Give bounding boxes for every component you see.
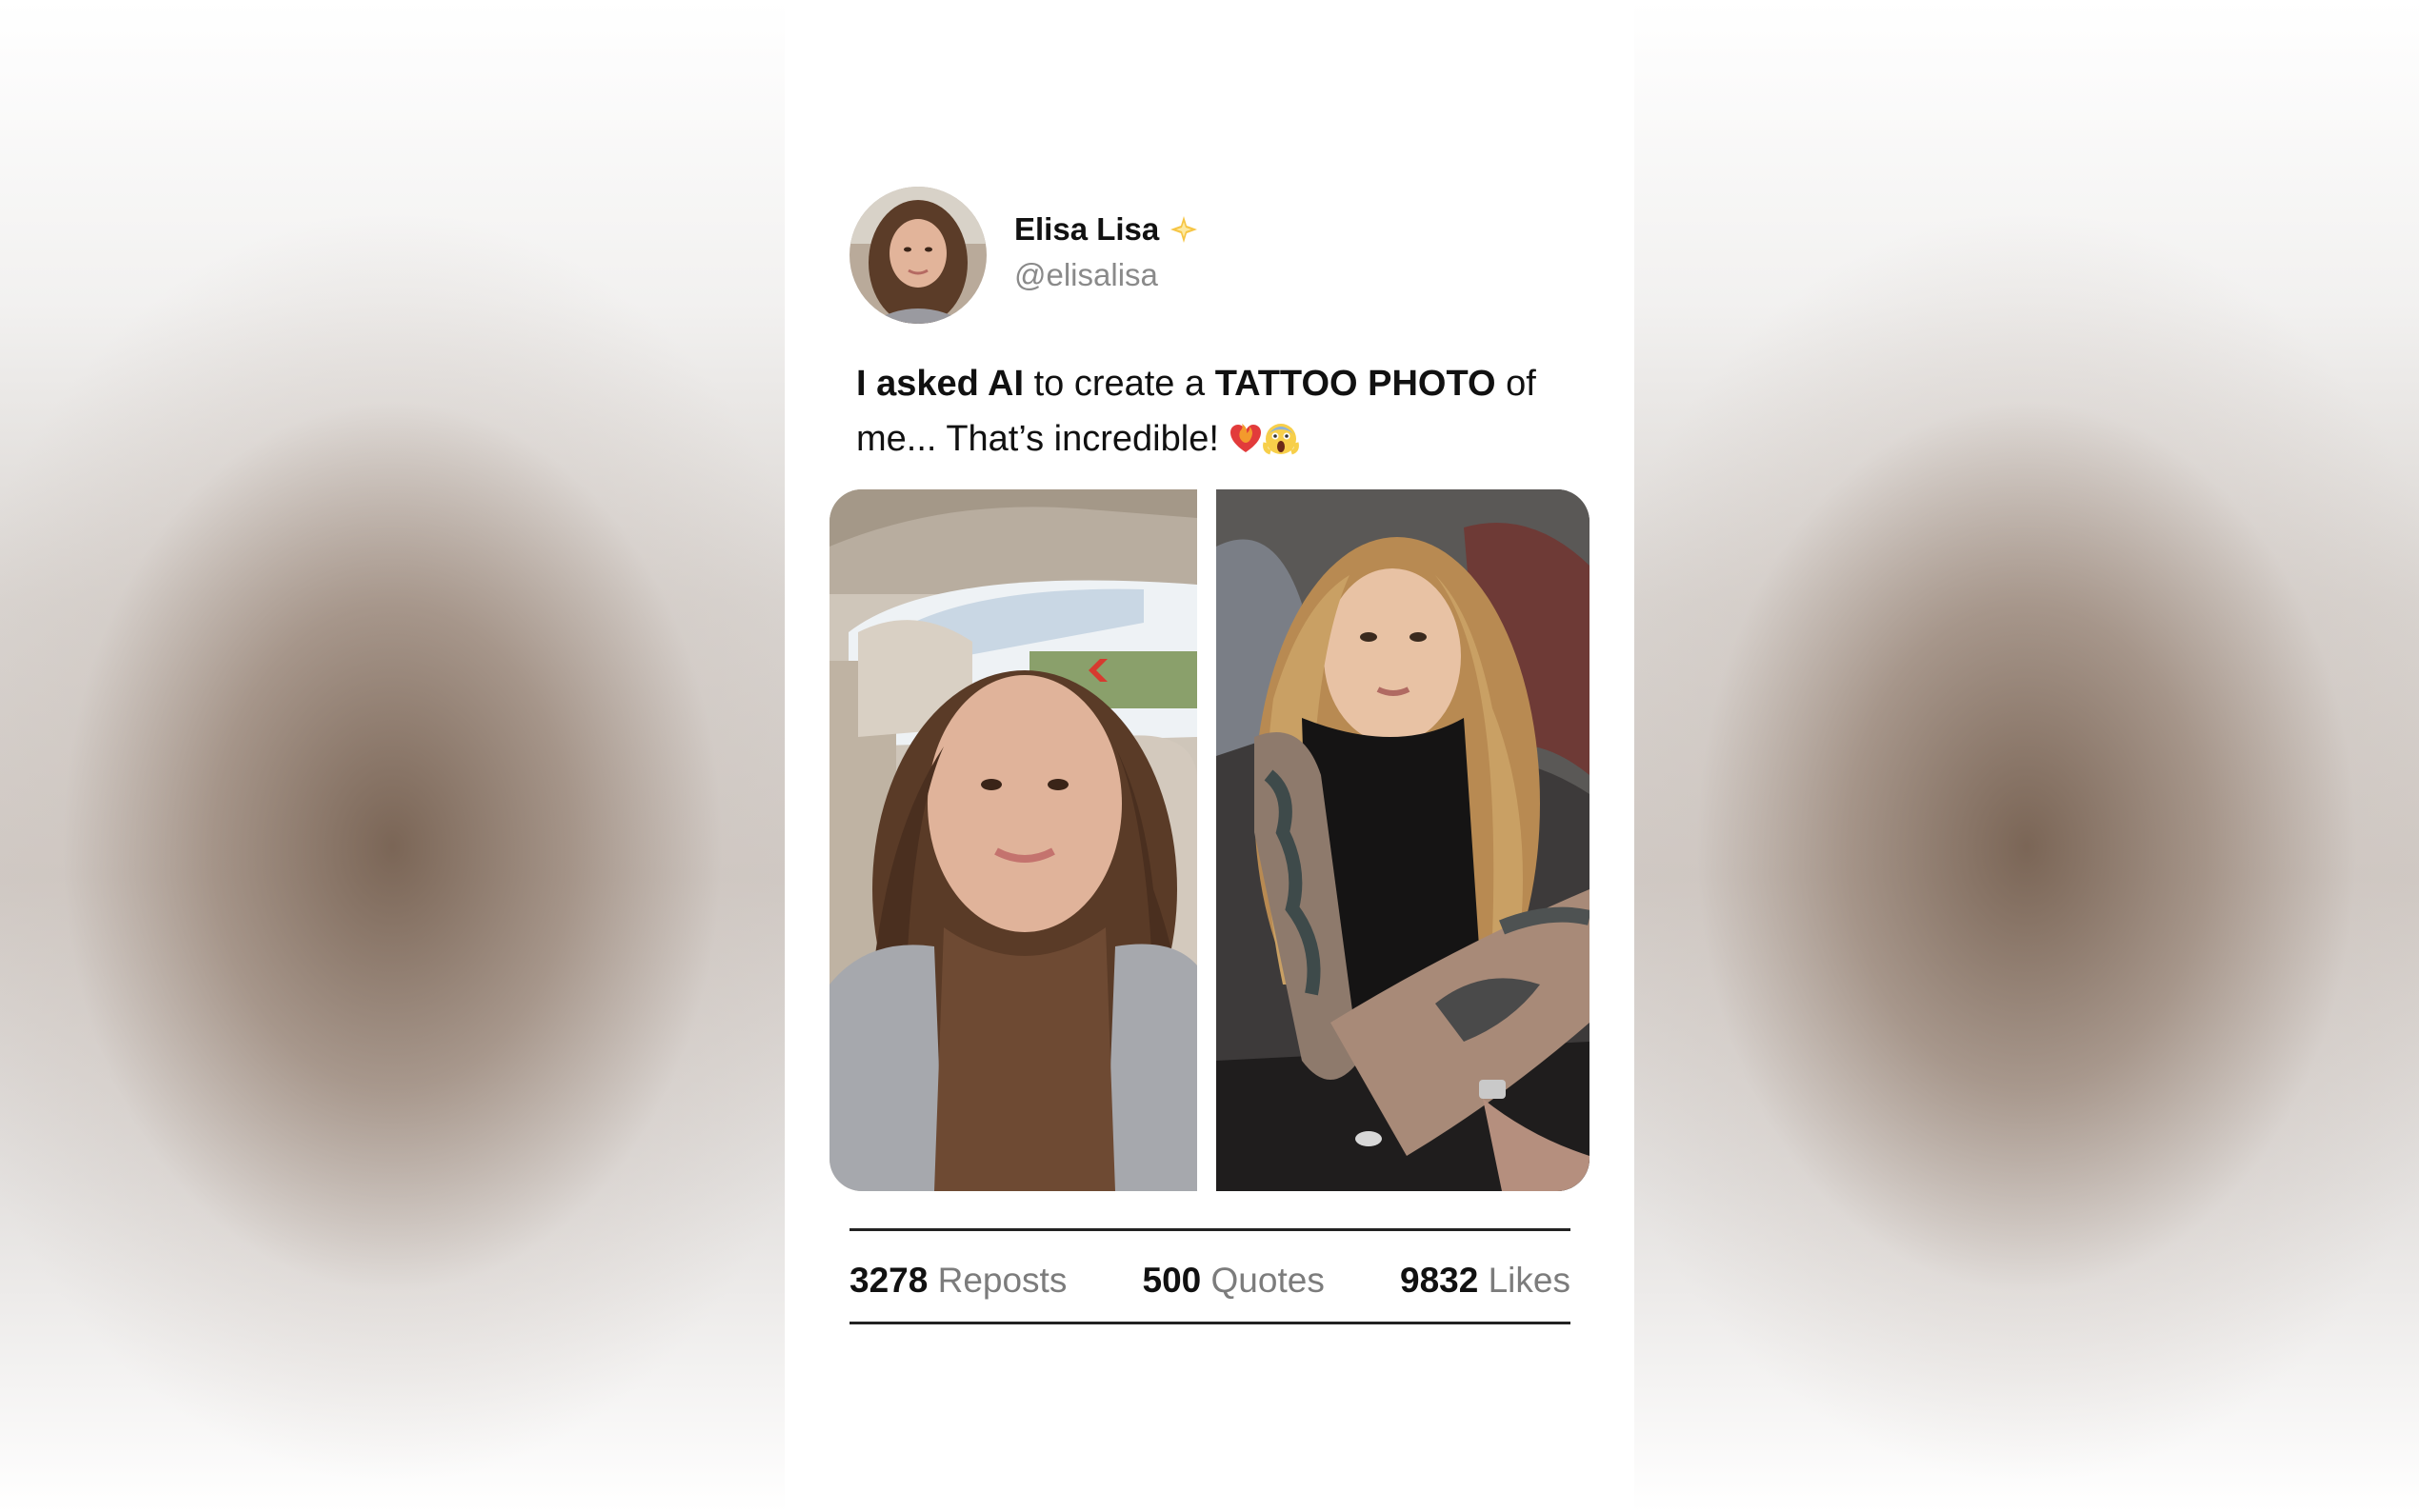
- heart-on-fire-emoji: [1229, 419, 1263, 459]
- post-card: Elisa Lisa @elisalisa I asked AI to crea…: [785, 0, 1634, 1512]
- likes-count: 9832: [1400, 1261, 1479, 1300]
- quotes-stat[interactable]: 500 Quotes: [1143, 1261, 1325, 1301]
- blurred-background-left: [0, 0, 785, 1512]
- post-text-bold-3: TATTOO PHOTO: [1214, 364, 1496, 404]
- author-name-row: Elisa Lisa: [1014, 211, 1199, 248]
- reposts-stat[interactable]: 3278 Reposts: [850, 1261, 1067, 1301]
- likes-stat[interactable]: 9832 Likes: [1400, 1261, 1570, 1301]
- stats-top-divider: [850, 1228, 1570, 1231]
- likes-label: Likes: [1488, 1261, 1570, 1300]
- quotes-label: Quotes: [1210, 1261, 1325, 1300]
- author-handle[interactable]: @elisalisa: [1014, 257, 1158, 293]
- screaming-face-emoji: [1263, 419, 1300, 459]
- stats-bottom-divider: [850, 1322, 1570, 1324]
- post-text-bold-1: I asked AI: [856, 364, 1025, 404]
- original-selfie-photo[interactable]: [830, 489, 1197, 1191]
- post-text: I asked AI to create a TATTOO PHOTO of m…: [856, 356, 1580, 467]
- quotes-count: 500: [1142, 1261, 1202, 1300]
- post-stats: 3278 Reposts 500 Quotes 9832 Likes: [850, 1257, 1570, 1304]
- sparkle-star-icon: [1169, 214, 1199, 245]
- post-text-segment-2: to create a: [1024, 364, 1215, 404]
- author-name[interactable]: Elisa Lisa: [1014, 211, 1159, 248]
- avatar[interactable]: [850, 187, 987, 324]
- reposts-count: 3278: [850, 1261, 929, 1300]
- reposts-label: Reposts: [937, 1261, 1068, 1300]
- post-media[interactable]: [830, 489, 1589, 1191]
- blurred-background-right: [1634, 0, 2419, 1512]
- ai-tattoo-photo[interactable]: [1216, 489, 1589, 1191]
